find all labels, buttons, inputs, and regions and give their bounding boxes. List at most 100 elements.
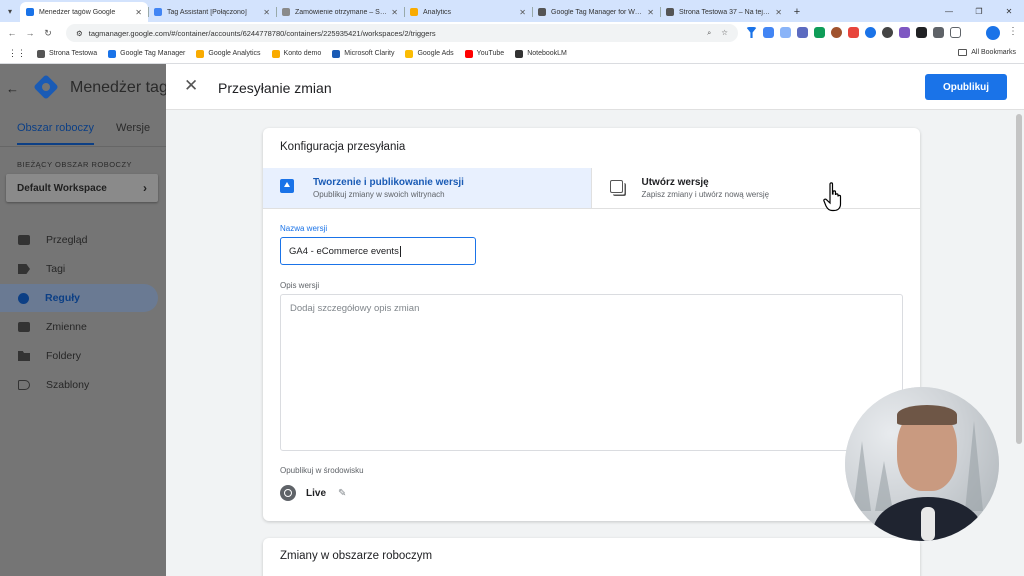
- sidebar-divider: [0, 146, 166, 147]
- sidebar-item[interactable]: Zmienne: [0, 313, 158, 341]
- browser-tab[interactable]: Zamówienie otrzymane – Strona… ✕: [276, 2, 404, 22]
- chevron-right-icon: ›: [143, 181, 147, 195]
- address-bar[interactable]: ⚙ tagmanager.google.com/#/container/acco…: [66, 24, 738, 42]
- close-window-icon[interactable]: ✕: [994, 0, 1024, 22]
- edit-pencil-icon[interactable]: ✎: [338, 488, 346, 499]
- variables-icon: [18, 322, 30, 332]
- maximize-icon[interactable]: ❐: [964, 0, 994, 22]
- bookmark-item[interactable]: Google Analytics: [196, 49, 261, 58]
- overview-icon: [18, 235, 30, 245]
- sidebar-item[interactable]: Foldery: [0, 342, 158, 370]
- publish-button[interactable]: Opublikuj: [925, 74, 1007, 100]
- zoom-icon[interactable]: ⌕: [707, 28, 711, 37]
- option-publish-version[interactable]: Tworzenie i publikowanie wersji Opubliku…: [263, 168, 591, 208]
- app-name: Menedżer tagów Google: [70, 79, 166, 96]
- workspace-selector[interactable]: Default Workspace ›: [6, 174, 158, 202]
- environment-value: Live: [306, 487, 327, 499]
- version-name-input[interactable]: GA4 - eCommerce events: [280, 237, 476, 265]
- bookmark-label: Google Ads: [417, 50, 454, 57]
- tab-label: Menedżer tagów Google: [39, 8, 116, 16]
- bookmark-item[interactable]: YouTube: [464, 49, 504, 58]
- workspace-changes-card: Zmiany w obszarze roboczym: [263, 538, 920, 576]
- profile-avatar[interactable]: [986, 26, 1000, 40]
- browser-tab[interactable]: Analytics ✕: [404, 2, 532, 22]
- bookmark-label: Konto demo: [283, 50, 322, 57]
- extension-green-icon[interactable]: [814, 27, 825, 38]
- tab-close-icon[interactable]: ✕: [647, 8, 654, 17]
- bookmark-item[interactable]: Konto demo: [271, 49, 322, 58]
- bookmark-item[interactable]: Google Tag Manager: [108, 49, 186, 58]
- folder-icon: [18, 351, 30, 361]
- tab-close-icon[interactable]: ✕: [263, 8, 270, 17]
- bookmark-label: Microsoft Clarity: [344, 50, 395, 57]
- site-info-icon[interactable]: ⚙: [76, 29, 83, 38]
- bookmark-favicon-icon: [271, 49, 280, 58]
- sidebar-item-label: Przegląd: [46, 234, 88, 246]
- bookmark-favicon-icon: [405, 49, 414, 58]
- sidebar-item[interactable]: Reguły: [0, 284, 158, 312]
- extension-grid-icon[interactable]: [780, 27, 791, 38]
- bookmark-item[interactable]: NotebookLM: [515, 49, 567, 58]
- extension-clarity-icon[interactable]: [797, 27, 808, 38]
- tab-close-icon[interactable]: ✕: [775, 8, 782, 17]
- bookmark-star-icon[interactable]: ☆: [721, 28, 728, 37]
- browser-tab[interactable]: Google Tag Manager for WordP… ✕: [532, 2, 660, 22]
- extension-filter-icon[interactable]: [746, 27, 757, 38]
- browser-tab[interactable]: Strona Testowa 37 – Na tej stro… ✕: [660, 2, 788, 22]
- back-icon[interactable]: ←: [3, 28, 21, 38]
- apps-grid-icon[interactable]: ⋮⋮: [8, 48, 26, 59]
- bookmark-label: Google Tag Manager: [120, 50, 186, 57]
- tab-label: Analytics: [423, 8, 452, 16]
- bookmark-item[interactable]: Strona Testowa: [37, 49, 97, 58]
- bookmark-favicon-icon: [108, 49, 117, 58]
- extension-red-icon[interactable]: [848, 27, 859, 38]
- back-arrow-icon[interactable]: ←: [6, 81, 19, 96]
- new-tab-button[interactable]: +: [788, 2, 806, 22]
- submission-config-card: Konfiguracja przesyłania Tworzenie i pub…: [263, 128, 920, 521]
- tab-search-icon[interactable]: ▾: [0, 0, 20, 22]
- sidebar-item[interactable]: Przegląd: [0, 226, 158, 254]
- browser-tab[interactable]: Tag Assistant [Połączono] ✕: [148, 2, 276, 22]
- url-text: tagmanager.google.com/#/container/accoun…: [88, 28, 436, 38]
- extension-dark-icon[interactable]: [916, 27, 927, 38]
- option-create-version[interactable]: Utwórz wersję Zapisz zmiany i utwórz now…: [590, 168, 921, 208]
- bookmark-item[interactable]: Microsoft Clarity: [332, 49, 395, 58]
- extension-cookie-icon[interactable]: [831, 27, 842, 38]
- version-name-label: Nazwa wersji: [280, 224, 328, 233]
- sidebar-item-label: Zmienne: [46, 321, 87, 333]
- templates-icon: [18, 380, 30, 390]
- scrollbar[interactable]: [1016, 114, 1022, 444]
- bookmark-item[interactable]: Google Ads: [405, 49, 454, 58]
- environment-label: Opublikuj w środowisku: [280, 466, 364, 475]
- extensions-puzzle-icon[interactable]: [933, 27, 944, 38]
- version-desc-textarea[interactable]: Dodaj szczegółowy opis zmian: [280, 294, 903, 451]
- browser-menu-icon[interactable]: ⋮: [1008, 26, 1018, 37]
- browser-tab[interactable]: Menedżer tagów Google ✕: [20, 2, 148, 22]
- bookmark-favicon-icon: [464, 49, 473, 58]
- minimize-icon[interactable]: —: [934, 0, 964, 22]
- reload-icon[interactable]: ↻: [39, 28, 57, 39]
- version-desc-placeholder: Dodaj szczegółowy opis zmian: [290, 303, 420, 314]
- panel-title: Przesyłanie zmian: [218, 80, 332, 96]
- tab-close-icon[interactable]: ✕: [135, 8, 142, 17]
- sidebar-item[interactable]: Szablony: [0, 371, 158, 399]
- extension-purple-icon[interactable]: [899, 27, 910, 38]
- current-workspace-label: BIEŻĄCY OBSZAR ROBOCZY: [17, 160, 133, 169]
- tab-versions[interactable]: Wersje: [116, 114, 150, 144]
- all-bookmarks[interactable]: All Bookmarks: [958, 49, 1016, 56]
- extension-tag-icon[interactable]: [763, 27, 774, 38]
- extension-blue-icon[interactable]: [865, 27, 876, 38]
- extension-search-icon[interactable]: [882, 27, 893, 38]
- tab-close-icon[interactable]: ✕: [519, 8, 526, 17]
- tab-close-icon[interactable]: ✕: [391, 8, 398, 17]
- folder-icon: [958, 49, 968, 56]
- tab-workspace[interactable]: Obszar roboczy: [17, 114, 95, 145]
- close-icon[interactable]: ✕: [184, 76, 198, 96]
- sidebar-item[interactable]: Tagi: [0, 255, 158, 283]
- tab-favicon-icon: [666, 8, 674, 16]
- bookmark-favicon-icon: [515, 49, 524, 58]
- sidepanel-icon[interactable]: [950, 27, 961, 38]
- tab-favicon-icon: [154, 8, 162, 16]
- forward-icon[interactable]: →: [21, 28, 39, 38]
- config-title: Konfiguracja przesyłania: [280, 141, 406, 153]
